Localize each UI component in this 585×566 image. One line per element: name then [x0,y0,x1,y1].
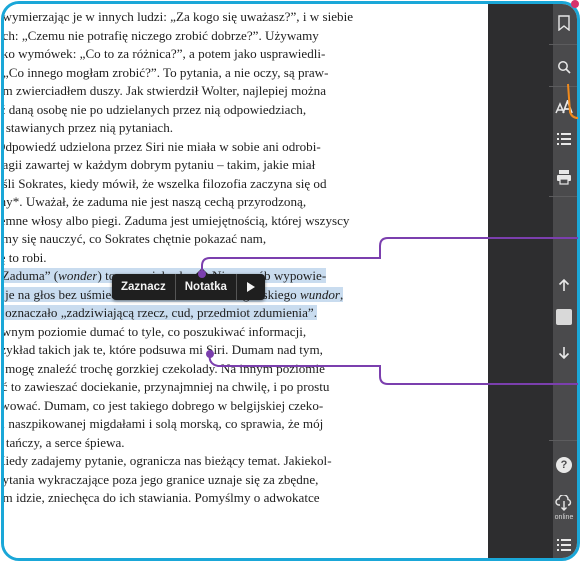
more-options-button[interactable] [237,274,265,300]
page-indicator[interactable] [553,306,575,328]
text-line[interactable]: Kiedy zadajemy pytanie, ogranicza nas bi… [4,452,484,471]
text-segment[interactable]: ię to robi. [4,250,47,265]
bookmark-icon[interactable] [553,12,575,34]
text-segment[interactable]: ym idzie, zniechęca do ich stawiania. Po… [4,490,320,505]
text-segment[interactable]: pytania wykraczające poza jego granice u… [4,472,318,487]
text-segment[interactable]: ako wymówek: „Co to za różnica?”, a pote… [4,46,325,61]
text-segment[interactable]: g tańczy, a serce śpiewa. [4,435,125,450]
highlighted-text[interactable]: wundor [300,286,341,302]
text-line[interactable]: ym idzie, zniechęca do ich stawiania. Po… [4,489,484,508]
text-segment[interactable]: , wymierzając je w innych ludzi: „Za kog… [4,9,353,24]
book-text[interactable]: , wymierzając je w innych ludzi: „Za kog… [4,8,484,508]
text-line[interactable]: rwować. Dumam, co jest takiego dobrego w… [4,397,484,416]
text-line[interactable]: ać to zawieszać dociekanie, przynajmniej… [4,378,484,397]
text-segment[interactable]: jemne włosy albo piegi. Zaduma jest umie… [4,213,349,228]
text-line[interactable]: : „Co innego mogłam zrobić?”. To pytania… [4,64,484,83]
font-size-icon[interactable] [553,96,575,118]
mark-button[interactable]: Zaznacz [112,274,175,300]
search-icon[interactable] [553,56,575,78]
text-line[interactable]: jemne włosy albo piegi. Zaduma jest umie… [4,212,484,231]
text-line[interactable]: my*. Uważał, że zaduma nie jest naszą ce… [4,193,484,212]
text-line[interactable]: e, naszpikowanej migdałami i solą morską… [4,415,484,434]
text-segment[interactable]: ym zwierciadłem duszy. Jak stwierdził Wo… [4,83,326,98]
text-segment[interactable]: ać to zawieszać dociekanie, przynajmniej… [4,379,329,394]
play-triangle-icon [246,282,255,292]
toolbar-divider [549,440,577,441]
text-segment[interactable]: : „Co innego mogłam zrobić?”. To pytania… [4,65,329,80]
toolbar-divider [549,44,577,45]
note-button[interactable]: Notatka [176,274,236,300]
menu-icon[interactable] [553,534,575,556]
cloud-sync-icon[interactable] [553,492,575,514]
help-icon[interactable]: ? [553,454,575,476]
highlighted-text[interactable]: „Zaduma” ( [4,268,59,283]
text-line[interactable]: ię to robi. [4,249,484,268]
text-line[interactable]: ako wymówek: „Co to za różnica?”, a pote… [4,45,484,64]
text-line[interactable]: yśli Sokrates, kiedy mówił, że wszelka f… [4,175,484,194]
text-segment[interactable]: rzykład takich jak te, które podsuwa mi … [4,342,323,357]
text-line[interactable]: emy się nauczyć, co Sokrates chętnie pok… [4,230,484,249]
highlighted-text[interactable]: wonder [58,268,98,283]
text-line[interactable]: ych: „Czemu nie potrafię niczego zrobić … [4,27,484,46]
print-icon[interactable] [553,166,575,188]
text-segment[interactable]: e, naszpikowanej migdałami i solą morską… [4,416,323,431]
text-segment[interactable]: Odpowiedź udzielona przez Siri nie miała… [4,139,321,154]
text-segment[interactable]: e mogę znaleźć trochę gorzkiej czekolady… [4,361,325,376]
text-segment[interactable]: yśli Sokrates, kiedy mówił, że wszelka f… [4,176,327,191]
text-line[interactable]: , wymierzając je w innych ludzi: „Za kog… [4,8,484,27]
online-status-label: online [554,514,574,521]
text-segment[interactable]: Kiedy zadajemy pytanie, ogranicza nas bi… [4,453,332,468]
text-segment[interactable]: my*. Uważał, że zaduma nie jest naszą ce… [4,194,306,209]
text-segment[interactable]: ić daną osobę nie po udzielanych przez n… [4,102,306,117]
arrow-down-icon[interactable] [553,342,575,364]
selection-popup: Zaznacz Notatka [112,274,265,300]
text-line[interactable]: e mogę znaleźć trochę gorzkiej czekolady… [4,360,484,379]
text-line[interactable]: rzykład takich jak te, które podsuwa mi … [4,341,484,360]
text-line[interactable]: ewnym poziomie dumać to tyle, co poszuki… [4,323,484,342]
text-line[interactable]: Odpowiedź udzielona przez Siri nie miała… [4,138,484,157]
text-line[interactable]: g tańczy, a serce śpiewa. [4,434,484,453]
text-line[interactable]: e oznaczało „zadziwiającą rzecz, cud, pr… [4,304,484,323]
text-segment[interactable]: o stawianych przez nią pytaniach. [4,120,173,135]
highlighted-text[interactable]: e oznaczało „zadziwiającą rzecz, cud, pr… [4,305,317,320]
text-line[interactable]: ym zwierciadłem duszy. Jak stwierdził Wo… [4,82,484,101]
text-line[interactable]: o stawianych przez nią pytaniach. [4,119,484,138]
table-of-contents-icon[interactable] [553,128,575,150]
toolbar-divider [549,196,577,197]
text-segment[interactable]: emy się nauczyć, co Sokrates chętnie pok… [4,231,266,246]
app-frame: , wymierzając je w innych ludzi: „Za kog… [1,1,580,561]
text-segment[interactable]: ych: „Czemu nie potrafię niczego zrobić … [4,28,319,43]
text-segment[interactable]: ewnym poziomie dumać to tyle, co poszuki… [4,324,306,339]
text-line[interactable]: nagii zawartej w każdym dobrym pytaniu –… [4,156,484,175]
arrow-up-icon[interactable] [553,274,575,296]
text-segment[interactable]: nagii zawartej w każdym dobrym pytaniu –… [4,157,315,172]
text-line[interactable]: pytania wykraczające poza jego granice u… [4,471,484,490]
toolbar-divider [549,86,577,87]
reader-sidebar [488,4,555,558]
highlighted-text[interactable]: , [340,286,344,302]
text-segment[interactable]: rwować. Dumam, co jest takiego dobrego w… [4,398,323,413]
text-line[interactable]: ić daną osobę nie po udzielanych przez n… [4,101,484,120]
